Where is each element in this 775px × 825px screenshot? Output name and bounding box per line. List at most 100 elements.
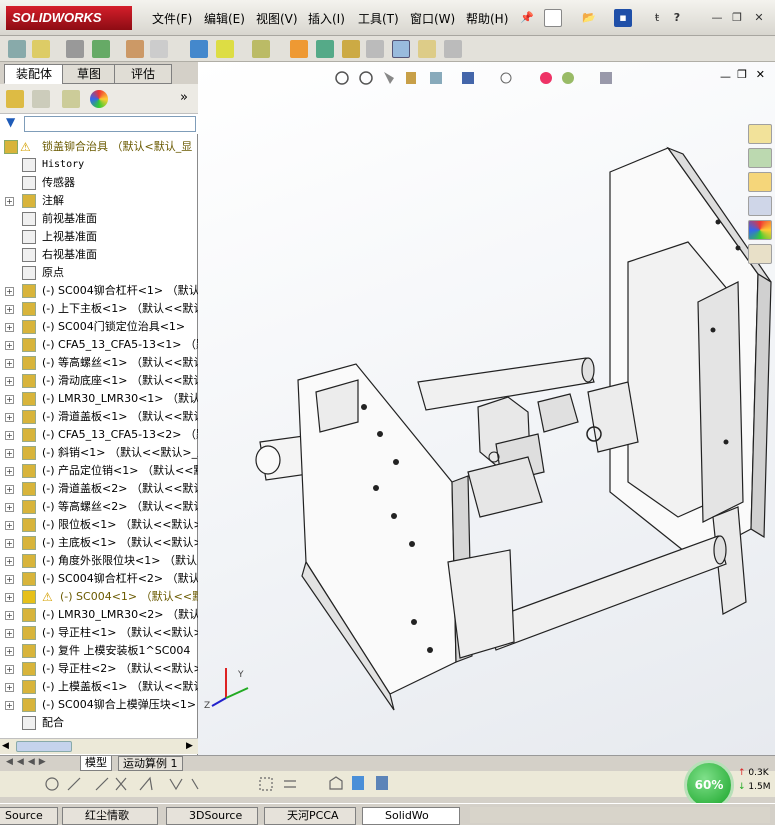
expand-icon[interactable]: + [5,449,14,458]
tree-item[interactable]: + (-) LMR30_LMR30<2> （默认<< [0,606,198,624]
insert-component-icon[interactable] [8,40,26,58]
tree-item[interactable]: + (-) 产品定位销<1> （默认<<默 [0,462,198,480]
show-hidden-icon[interactable] [150,40,168,58]
filter-icon[interactable]: ▼ [6,115,15,129]
taskbar-item[interactable]: 天河PCCA [264,807,356,825]
restore-icon[interactable]: ❐ [728,9,746,27]
scroll-left-icon[interactable]: ◀ [2,741,9,751]
exploded-view-icon[interactable] [316,40,334,58]
tree-item[interactable]: + (-) 限位板<1> （默认<<默认>_ [0,516,198,534]
speedpak-icon[interactable] [418,40,436,58]
design-library-icon[interactable] [748,148,772,168]
tree-item[interactable]: + (-) LMR30_LMR30<1> （默认<< [0,390,198,408]
tab-motion-study[interactable]: 运动算例 1 [118,756,183,771]
tree-item[interactable]: History [0,156,198,174]
snapshot-icon[interactable] [444,40,462,58]
expand-icon[interactable]: + [5,467,14,476]
taskbar-item[interactable]: Source [0,807,58,825]
menu-tools[interactable]: 工具(T) [358,10,399,28]
expand-panel-icon[interactable]: » [180,90,188,105]
tree-item[interactable]: + (-) SC004铆合上模弹压块<1> [0,696,198,714]
expand-icon[interactable]: + [5,503,14,512]
tree-item[interactable]: + (-) CFA5_13_CFA5-13<1> （默 [0,336,198,354]
tree-item[interactable]: + (-) SC004铆合杠杆<1> （默认< [0,282,198,300]
tree-item[interactable]: + 注解 [0,192,198,210]
display-manager-icon[interactable] [90,90,108,108]
expand-icon[interactable]: + [5,323,14,332]
tree-item[interactable]: + (-) 等高螺丝<2> （默认<<默认 [0,498,198,516]
reference-geometry-icon[interactable] [216,40,234,58]
tree-item[interactable]: + (-) 主底板<1> （默认<<默认>_ [0,534,198,552]
expand-icon[interactable]: + [5,431,14,440]
expand-icon[interactable]: + [5,683,14,692]
expand-icon[interactable]: + [5,197,14,206]
tree-item[interactable]: + (-) 角度外张限位块<1> （默认 [0,552,198,570]
save-icon[interactable]: ▪ [614,9,632,27]
expand-icon[interactable]: + [5,341,14,350]
pin-icon[interactable]: 📌 [518,9,536,27]
new-motion-study-icon[interactable] [252,40,270,58]
taskbar-item[interactable]: 3DSource [166,807,258,825]
appearances-icon[interactable] [748,220,772,240]
tree-item[interactable]: + (-) SC004铆合杠杆<2> （默认< [0,570,198,588]
tab-scroll-icons[interactable]: ◀◀◀▶ [6,757,50,767]
expand-icon[interactable]: + [5,359,14,368]
view-palette-icon[interactable] [748,196,772,216]
expand-icon[interactable]: + [5,593,14,602]
expand-icon[interactable]: + [5,305,14,314]
expand-icon[interactable]: + [5,377,14,386]
menu-edit[interactable]: 编辑(E) [204,10,245,28]
expand-icon[interactable]: + [5,647,14,656]
filter-input[interactable] [24,116,196,132]
scroll-right-icon[interactable]: ▶ [186,741,193,751]
tree-item[interactable]: 原点 [0,264,198,282]
tree-item[interactable]: + (-) 导正柱<2> （默认<<默认>_ [0,660,198,678]
tree-item[interactable]: 配合 [0,714,198,732]
expand-icon[interactable]: + [5,557,14,566]
horizontal-scrollbar[interactable]: ◀ ▶ [0,738,198,754]
graphics-area[interactable]: — ❐ ✕ Y Z [198,62,775,755]
tab-sketch[interactable]: 草图 [62,64,116,84]
tree-item[interactable]: + (-) 复件 上模安装板1^SC004 [0,642,198,660]
close-icon[interactable]: ✕ [750,9,768,27]
expand-icon[interactable]: + [5,701,14,710]
rebuild-icon[interactable]: ŧ [648,9,666,27]
instant3d-icon[interactable] [392,40,410,58]
tree-item[interactable]: + (-) 上模盖板<1> （默认<<默认 [0,678,198,696]
home-icon[interactable] [748,124,772,144]
smart-fasteners-icon[interactable] [66,40,84,58]
tree-item[interactable]: + (-) SC004门锁定位治具<1> [0,318,198,336]
menu-insert[interactable]: 插入(I) [308,10,345,28]
tree-root[interactable]: ⚠ 锁盖铆合治具 （默认<默认_显 [0,138,198,156]
tree-item[interactable]: + (-) 滑道盖板<2> （默认<<默认 [0,480,198,498]
menu-file[interactable]: 文件(F) [152,10,192,28]
tab-assembly[interactable]: 装配体 [4,64,64,84]
tab-model[interactable]: 模型 [80,756,112,771]
feature-manager-icon[interactable] [6,90,24,108]
expand-icon[interactable]: + [5,395,14,404]
taskbar-item-active[interactable]: SolidWo [362,807,460,825]
open-folder-icon[interactable]: 📂 [580,9,598,27]
tab-evaluate[interactable]: 评估 [114,64,172,84]
interference-detection-icon[interactable] [366,40,384,58]
move-component-icon[interactable] [126,40,144,58]
expand-icon[interactable]: + [5,665,14,674]
expand-icon[interactable]: + [5,485,14,494]
tree-item[interactable]: + (-) 斜销<1> （默认<<默认>_显 [0,444,198,462]
tree-item[interactable]: 传感器 [0,174,198,192]
tree-item[interactable]: + (-) 导正柱<1> （默认<<默认>_ [0,624,198,642]
expand-icon[interactable]: + [5,539,14,548]
expand-icon[interactable]: + [5,629,14,638]
tree-item[interactable]: 上视基准面 [0,228,198,246]
tree-item[interactable]: 右视基准面 [0,246,198,264]
assembly-features-icon[interactable] [190,40,208,58]
taskbar-item[interactable]: 红尘情歌 [62,807,158,825]
bill-of-materials-icon[interactable] [290,40,308,58]
expand-icon[interactable]: + [5,575,14,584]
file-explorer-icon[interactable] [748,172,772,192]
expand-icon[interactable]: + [5,611,14,620]
tree-item[interactable]: + (-) 等高螺丝<1> （默认<<默认 [0,354,198,372]
tree-item[interactable]: 前视基准面 [0,210,198,228]
tree-item[interactable]: + (-) 滑动底座<1> （默认<<默认 [0,372,198,390]
pattern-icon[interactable] [92,40,110,58]
